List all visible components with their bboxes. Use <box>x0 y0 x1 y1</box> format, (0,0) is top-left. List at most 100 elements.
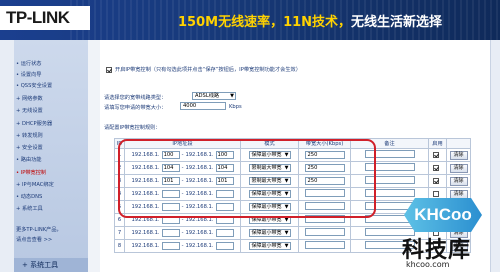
mode-select[interactable]: 保障最小带宽 ▼ <box>248 229 291 237</box>
note-input[interactable] <box>364 163 415 171</box>
chevron-down-icon: ▼ <box>284 178 289 184</box>
col-note: 备注 <box>350 138 429 149</box>
bandwidth-value-input[interactable]: 250 <box>304 177 345 185</box>
bandwidth-cell <box>298 226 351 240</box>
clear-button[interactable]: 清除 <box>449 176 468 186</box>
mode-cell: 保障最小带宽 ▼ <box>240 239 299 253</box>
mode-cell: 保障最小带宽 ▼ <box>240 226 299 240</box>
ip-end-input[interactable] <box>215 203 234 211</box>
mode-value: 保障最小带宽 <box>251 217 282 223</box>
ip-range-cell: 192.168.1. -192.168.1. <box>124 187 241 201</box>
ip-start-input[interactable]: 100 <box>161 151 180 159</box>
enable-cell <box>428 148 447 162</box>
range-dash: - <box>181 178 184 184</box>
sidebar-item-ddns[interactable]: • 动态DNS <box>16 193 42 200</box>
sidebar-item-system-tools[interactable]: + 系统工具 <box>16 205 43 212</box>
range-dash: - <box>181 230 184 236</box>
mode-select[interactable]: 保障最小带宽 ▼ <box>248 242 291 250</box>
bandwidth-value-input[interactable] <box>304 189 345 197</box>
mode-select[interactable]: 保障最小带宽 ▼ <box>248 216 291 224</box>
ip-start-input[interactable]: 104 <box>161 164 180 172</box>
chevron-down-icon: ▼ <box>284 230 289 236</box>
ip-start-input[interactable] <box>161 216 180 224</box>
mode-value: 保障最小带宽 <box>251 204 282 210</box>
mode-select[interactable]: 限制最大带宽 ▼ <box>248 164 291 172</box>
content-gutter <box>88 40 100 272</box>
tagline-speed: 150M无线速率，11N技术， <box>178 15 352 30</box>
ip-range-cell: 192.168.1. 101-192.168.1. 101 <box>124 174 241 188</box>
ip-range-cell: 192.168.1. -192.168.1. <box>124 226 241 240</box>
mode-select[interactable]: 保障最小带宽 ▼ <box>248 190 291 198</box>
row-enable-checkbox[interactable] <box>433 164 439 171</box>
ip-prefix-end: 192.168.1. <box>185 191 214 197</box>
note-input[interactable] <box>364 176 415 184</box>
row-enable-checkbox[interactable] <box>433 177 439 184</box>
ip-end-input[interactable]: 104 <box>215 164 234 172</box>
sidebar-item-network[interactable]: + 网络参数 <box>16 95 43 102</box>
mode-cell: 限制最大带宽 ▼ <box>240 174 299 188</box>
ip-end-input[interactable] <box>215 190 234 198</box>
watermark: KHCoo 科技库 khcoo.com <box>398 198 498 272</box>
clear-button[interactable]: 清除 <box>449 150 468 160</box>
chevron-down-icon: ▼ <box>284 191 289 197</box>
sidebar-item-ip-bandwidth[interactable]: • IP带宽控制 <box>16 169 46 176</box>
note-input[interactable] <box>364 150 415 158</box>
row-enable-checkbox[interactable] <box>433 151 439 158</box>
enable-label: 开启IP带宽控制（只有勾选此项并点击“保存”按钮后，IP带宽控制功能才会生效） <box>115 67 301 73</box>
bandwidth-value-input[interactable] <box>304 215 345 223</box>
mode-cell: 保障最小带宽 ▼ <box>240 187 299 201</box>
sidebar-item-security[interactable]: + 安全设置 <box>16 144 43 151</box>
sidebar-item-qss[interactable]: • QSS安全设置 <box>16 82 52 89</box>
line-type-select[interactable]: ADSL线路 ▼ <box>192 92 236 100</box>
bandwidth-value-input[interactable] <box>304 241 345 249</box>
sidebar-item-status[interactable]: • 运行状态 <box>16 60 41 67</box>
row-enable-checkbox[interactable] <box>433 190 439 197</box>
mode-cell: 保障最小带宽 ▼ <box>240 200 299 214</box>
ip-start-input[interactable] <box>161 242 180 250</box>
ip-end-input[interactable]: 101 <box>215 177 234 185</box>
ip-range-cell: 192.168.1. -192.168.1. <box>124 213 241 227</box>
sidebar-item-forwarding[interactable]: + 转发规则 <box>16 132 43 139</box>
mode-select[interactable]: 保障最小带宽 ▼ <box>248 151 291 159</box>
bandwidth-input[interactable]: 4000 <box>180 102 226 110</box>
ip-prefix-end: 192.168.1. <box>185 243 214 249</box>
ip-prefix-end: 192.168.1. <box>185 152 214 158</box>
more-products-link[interactable]: 请点击查看 >> <box>16 236 52 243</box>
clear-button[interactable]: 清除 <box>449 163 468 173</box>
sidebar-item-wizard[interactable]: • 设置向导 <box>16 71 41 78</box>
ip-end-input[interactable] <box>215 216 234 224</box>
row-id: 8 <box>114 239 125 253</box>
bottom-system-tools[interactable]: + 系统工具 <box>14 258 88 272</box>
table-row: 1 192.168.1. 100-192.168.1. 100 保障最小带宽 ▼ 25… <box>114 148 471 162</box>
chevron-down-icon: ▼ <box>284 217 289 223</box>
ip-range-cell: 192.168.1. -192.168.1. <box>124 200 241 214</box>
sidebar-item-dhcp[interactable]: + DHCP服务器 <box>16 120 52 127</box>
bandwidth-value-input[interactable]: 250 <box>304 164 345 172</box>
note-input[interactable] <box>364 189 415 197</box>
mode-select[interactable]: 保障最小带宽 ▼ <box>248 203 291 211</box>
bandwidth-cell <box>298 187 351 201</box>
sidebar-item-ip-mac[interactable]: + IP与MAC绑定 <box>16 181 54 188</box>
bandwidth-value-input[interactable] <box>304 202 345 210</box>
sidebar-item-routing[interactable]: • 路由功能 <box>16 156 41 163</box>
chevron-down-icon: ▼ <box>284 204 289 210</box>
ip-start-input[interactable] <box>161 203 180 211</box>
sidebar-item-wireless[interactable]: + 无线设置 <box>16 107 43 114</box>
mode-cell: 保障最小带宽 ▼ <box>240 213 299 227</box>
ip-end-input[interactable] <box>215 242 234 250</box>
bandwidth-label: 请填写您申请的带宽大小： <box>104 105 167 111</box>
range-dash: - <box>181 217 184 223</box>
top-banner: TP-LINK 150M无线速率，11N技术，无线生活新选择 <box>0 0 500 40</box>
ip-end-input[interactable] <box>215 229 234 237</box>
bandwidth-value-input[interactable] <box>304 228 345 236</box>
enable-cell <box>428 174 447 188</box>
ip-start-input[interactable]: 101 <box>161 177 180 185</box>
ip-start-input[interactable] <box>161 229 180 237</box>
ip-prefix-start: 192.168.1. <box>131 152 160 158</box>
ip-end-input[interactable]: 100 <box>215 151 234 159</box>
ip-start-input[interactable] <box>161 190 180 198</box>
enable-checkbox[interactable] <box>106 66 112 73</box>
bandwidth-value-input[interactable]: 250 <box>304 151 345 159</box>
ip-prefix-start: 192.168.1. <box>131 165 160 171</box>
mode-select[interactable]: 限制最大带宽 ▼ <box>248 177 291 185</box>
